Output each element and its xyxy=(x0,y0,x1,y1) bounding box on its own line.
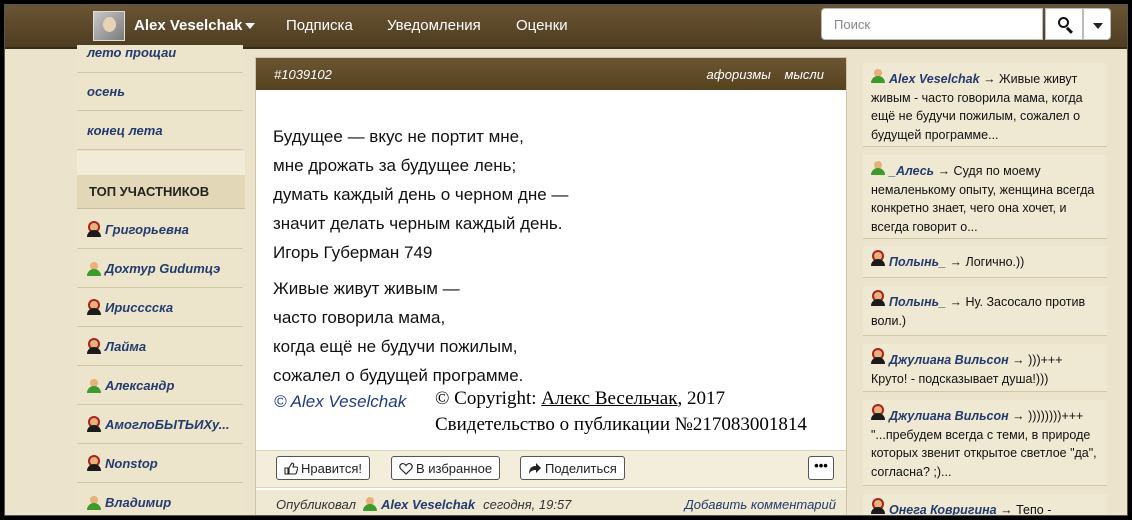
female-user-icon xyxy=(871,500,885,514)
post-footer: Опубликовал Alex Veselchak сегодня, 19:5… xyxy=(256,490,846,515)
author-signature: © Alex Veselchak xyxy=(274,392,407,411)
comment-item[interactable]: Полынь_ → Логично.)) xyxy=(863,246,1107,278)
caret-down-icon[interactable] xyxy=(245,23,255,29)
comment-author: Онега Ковригина xyxy=(889,503,997,516)
favorite-button[interactable]: В избранное xyxy=(391,456,501,480)
comment-text: Тепо - xyxy=(1016,503,1052,516)
comment-item[interactable]: Джулиана Вильсон → ))))))))+++ "...пребу… xyxy=(863,400,1107,486)
female-user-icon xyxy=(871,350,885,364)
poem-line: часто говорила мама, xyxy=(273,308,446,327)
male-user-icon xyxy=(871,161,885,175)
member-link[interactable]: Александр xyxy=(77,367,243,405)
copyright-notice: © Copyright: Алекс Весельчак, 2017 Свиде… xyxy=(435,386,807,438)
comment-item[interactable]: Онега Ковригина → Тепо - xyxy=(863,494,1107,516)
poem-line: мне дрожать за будущее лень; xyxy=(273,156,517,175)
member-link[interactable]: Дохтур Gudитцэ xyxy=(77,250,243,288)
post-id[interactable]: #1039102 xyxy=(274,67,332,82)
poem-line: Игорь Губерман 749 xyxy=(273,243,433,262)
more-options-button[interactable]: ••• xyxy=(808,456,834,480)
chevron-down-icon xyxy=(1093,23,1103,29)
search-options-button[interactable] xyxy=(1083,8,1111,40)
poem-line: думать каждый день о черном дне — xyxy=(273,185,569,204)
male-user-icon xyxy=(87,378,101,393)
post-author-link[interactable]: Alex Veselchak xyxy=(381,497,475,512)
poem-stanza-2: Живые живут живым — часто говорила мама,… xyxy=(273,274,523,390)
tag-link[interactable]: конец лета xyxy=(77,112,243,150)
thumbs-up-icon xyxy=(284,461,298,475)
user-menu-name[interactable]: Alex Veselchak xyxy=(134,17,242,34)
poem-line: Будущее — вкус не портит мне, xyxy=(273,127,524,146)
share-icon xyxy=(529,462,541,474)
poem-line: Живые живут живым — xyxy=(273,279,460,298)
add-comment-link[interactable]: Добавить комментарий xyxy=(685,497,836,512)
nav-notifications[interactable]: Уведомления xyxy=(387,17,481,34)
tag-link[interactable]: осень xyxy=(77,73,243,111)
search-input[interactable] xyxy=(821,8,1043,40)
female-user-icon xyxy=(87,222,101,237)
male-user-icon xyxy=(87,261,101,276)
poem-stanza-1: Будущее — вкус не портит мне, мне дрожат… xyxy=(273,122,568,267)
poem-line: значит делать черным каждый день. xyxy=(273,214,563,233)
female-user-icon xyxy=(87,339,101,354)
poem-line: когда ещё не будучи пожилым, xyxy=(273,337,518,356)
comment-author: _Алесь xyxy=(889,164,935,178)
like-button[interactable]: Нравится! xyxy=(276,456,370,480)
male-user-icon xyxy=(87,495,101,510)
user-avatar[interactable] xyxy=(93,11,125,41)
heart-icon xyxy=(399,462,413,475)
post-actions: Нравится! В избранное Поделиться ••• xyxy=(256,450,846,488)
female-user-icon xyxy=(871,292,885,306)
comment-author: Полынь_ xyxy=(889,295,947,309)
male-user-icon xyxy=(362,497,377,511)
post-time: сегодня, 19:57 xyxy=(483,496,572,512)
comment-author: Джулиана Вильсон xyxy=(889,353,1009,367)
publication-certificate: Свидетельство о публикации №217083001814 xyxy=(435,414,807,435)
right-sidebar: Alex Veselchak → Живые живут живым - час… xyxy=(861,49,1109,516)
comment-item[interactable]: Полынь_ → Ну. Засосало против воли.) xyxy=(863,286,1107,336)
member-link[interactable]: Ирисссска xyxy=(77,289,243,327)
comment-author: Полынь_ xyxy=(889,255,947,269)
member-link[interactable]: Владимир xyxy=(77,484,243,515)
member-link[interactable]: Лайма xyxy=(77,328,243,366)
nav-subscriptions[interactable]: Подписка xyxy=(286,17,353,34)
post-header: #1039102 афоризмы мысли xyxy=(256,58,846,90)
member-link[interactable]: АмоглоБЫТЬИХу... xyxy=(77,406,243,444)
member-link[interactable]: Григорьевна xyxy=(77,211,243,249)
comment-author: Alex Veselchak xyxy=(889,72,980,86)
comment-item[interactable]: _Алесь → Судя по моему немаленькому опыт… xyxy=(863,155,1107,239)
page-frame: Alex Veselchak Подписка Уведомления Оцен… xyxy=(4,4,1128,516)
nav-ratings[interactable]: Оценки xyxy=(516,17,568,34)
member-link[interactable]: Nonstop xyxy=(77,445,243,483)
share-button[interactable]: Поделиться xyxy=(520,456,625,480)
comment-item[interactable]: Джулиана Вильсон → )))+++ Круто! - подск… xyxy=(863,344,1107,392)
post-tag[interactable]: афоризмы xyxy=(707,67,771,82)
search-button[interactable] xyxy=(1045,8,1083,40)
post-card: #1039102 афоризмы мысли Будущее — вкус н… xyxy=(255,57,847,515)
top-members-heading: ТОП УЧАСТНИКОВ xyxy=(77,175,245,209)
copyright-author-link[interactable]: Алекс Весельчак xyxy=(541,388,677,409)
left-sidebar: лето прощаи осень конец лета ТОП УЧАСТНИ… xyxy=(77,45,245,515)
female-user-icon xyxy=(871,406,885,420)
female-user-icon xyxy=(871,252,885,266)
comment-author: Джулиана Вильсон xyxy=(889,409,1009,423)
female-user-icon xyxy=(87,300,101,315)
post-tag[interactable]: мысли xyxy=(784,67,824,82)
female-user-icon xyxy=(87,456,101,471)
male-user-icon xyxy=(871,69,885,83)
top-navbar: Alex Veselchak Подписка Уведомления Оцен… xyxy=(5,5,1127,49)
female-user-icon xyxy=(87,417,101,432)
comment-text: Логично.)) xyxy=(965,255,1025,269)
tag-link[interactable]: лето прощаи xyxy=(77,45,243,73)
comment-item[interactable]: Alex Veselchak → Живые живут живым - час… xyxy=(863,63,1107,147)
